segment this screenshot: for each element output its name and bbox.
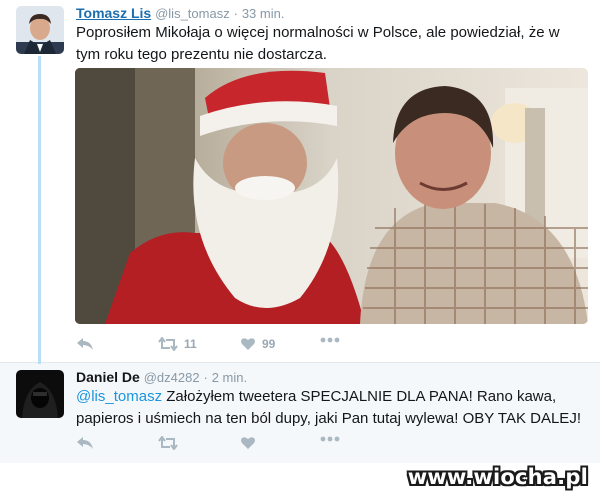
avatar[interactable] — [16, 6, 64, 54]
more-button[interactable] — [320, 337, 340, 343]
retweet-count: 11 — [184, 337, 197, 351]
watermark: www.wiocha.pl — [407, 465, 588, 489]
more-icon — [320, 337, 340, 343]
retweet-icon — [158, 436, 178, 450]
reply-icon — [77, 437, 93, 449]
mention-link[interactable]: @lis_tomasz — [76, 388, 162, 405]
reply-button[interactable] — [76, 436, 94, 450]
retweet-button[interactable] — [158, 436, 178, 450]
like-button[interactable]: 99 — [240, 337, 275, 351]
tweet-photo[interactable] — [75, 68, 588, 324]
timestamp[interactable]: 33 min. — [242, 6, 285, 21]
author-handle[interactable]: @dz4282 — [144, 370, 200, 385]
heart-icon — [241, 338, 255, 350]
reply-icon — [77, 338, 93, 350]
retweet-icon — [158, 337, 178, 351]
author-handle[interactable]: @lis_tomasz — [155, 6, 230, 21]
timestamp[interactable]: 2 min. — [212, 370, 247, 385]
author-name[interactable]: Tomasz Lis — [76, 5, 151, 21]
tweet-text: Poprosiłem Mikołaja o więcej normalności… — [76, 24, 560, 63]
separator: · — [203, 370, 208, 385]
more-button[interactable] — [320, 436, 340, 442]
reply-button[interactable] — [76, 337, 94, 351]
retweet-button[interactable]: 11 — [158, 337, 197, 351]
more-icon — [320, 436, 340, 442]
heart-icon — [241, 437, 255, 449]
like-button[interactable] — [240, 436, 256, 450]
thread-line — [38, 56, 41, 364]
tweet-header: Daniel De @dz4282 · 2 min. — [76, 369, 247, 385]
separator: · — [233, 6, 238, 21]
tweet-text: @lis_tomasz Założyłem tweetera SPECJALNI… — [76, 386, 586, 430]
avatar[interactable] — [16, 370, 64, 418]
author-name[interactable]: Daniel De — [76, 369, 140, 385]
tweet-header: Tomasz Lis @lis_tomasz · 33 min. — [76, 5, 284, 21]
like-count: 99 — [262, 337, 276, 351]
